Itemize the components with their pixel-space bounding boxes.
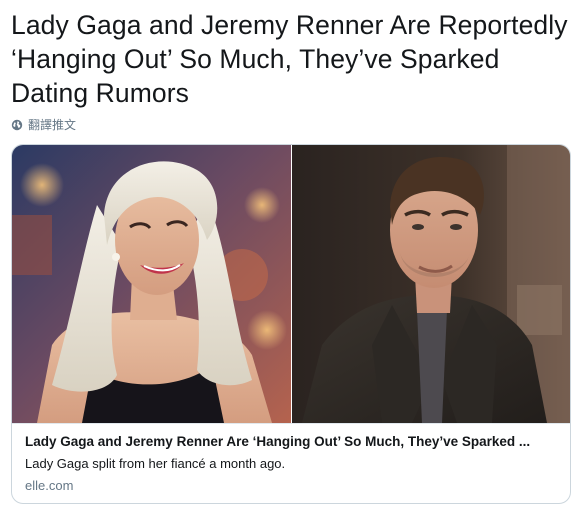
tweet-text: Lady Gaga and Jeremy Renner Are Reported… xyxy=(11,10,568,108)
globe-icon xyxy=(11,119,23,131)
translate-tweet-link[interactable]: 翻譯推文 xyxy=(11,116,76,133)
link-preview-card[interactable]: Lady Gaga and Jeremy Renner Are ‘Hanging… xyxy=(11,144,571,504)
card-title[interactable]: Lady Gaga and Jeremy Renner Are ‘Hanging… xyxy=(25,433,558,451)
photo-left xyxy=(12,145,291,423)
card-image xyxy=(12,145,570,423)
card-text-area[interactable]: Lady Gaga and Jeremy Renner Are ‘Hanging… xyxy=(12,423,570,503)
card-domain[interactable]: elle.com xyxy=(25,477,558,494)
translate-label: 翻譯推文 xyxy=(28,118,77,132)
card-description: Lady Gaga split from her fiancé a month … xyxy=(25,456,286,471)
photo-right xyxy=(292,145,570,423)
